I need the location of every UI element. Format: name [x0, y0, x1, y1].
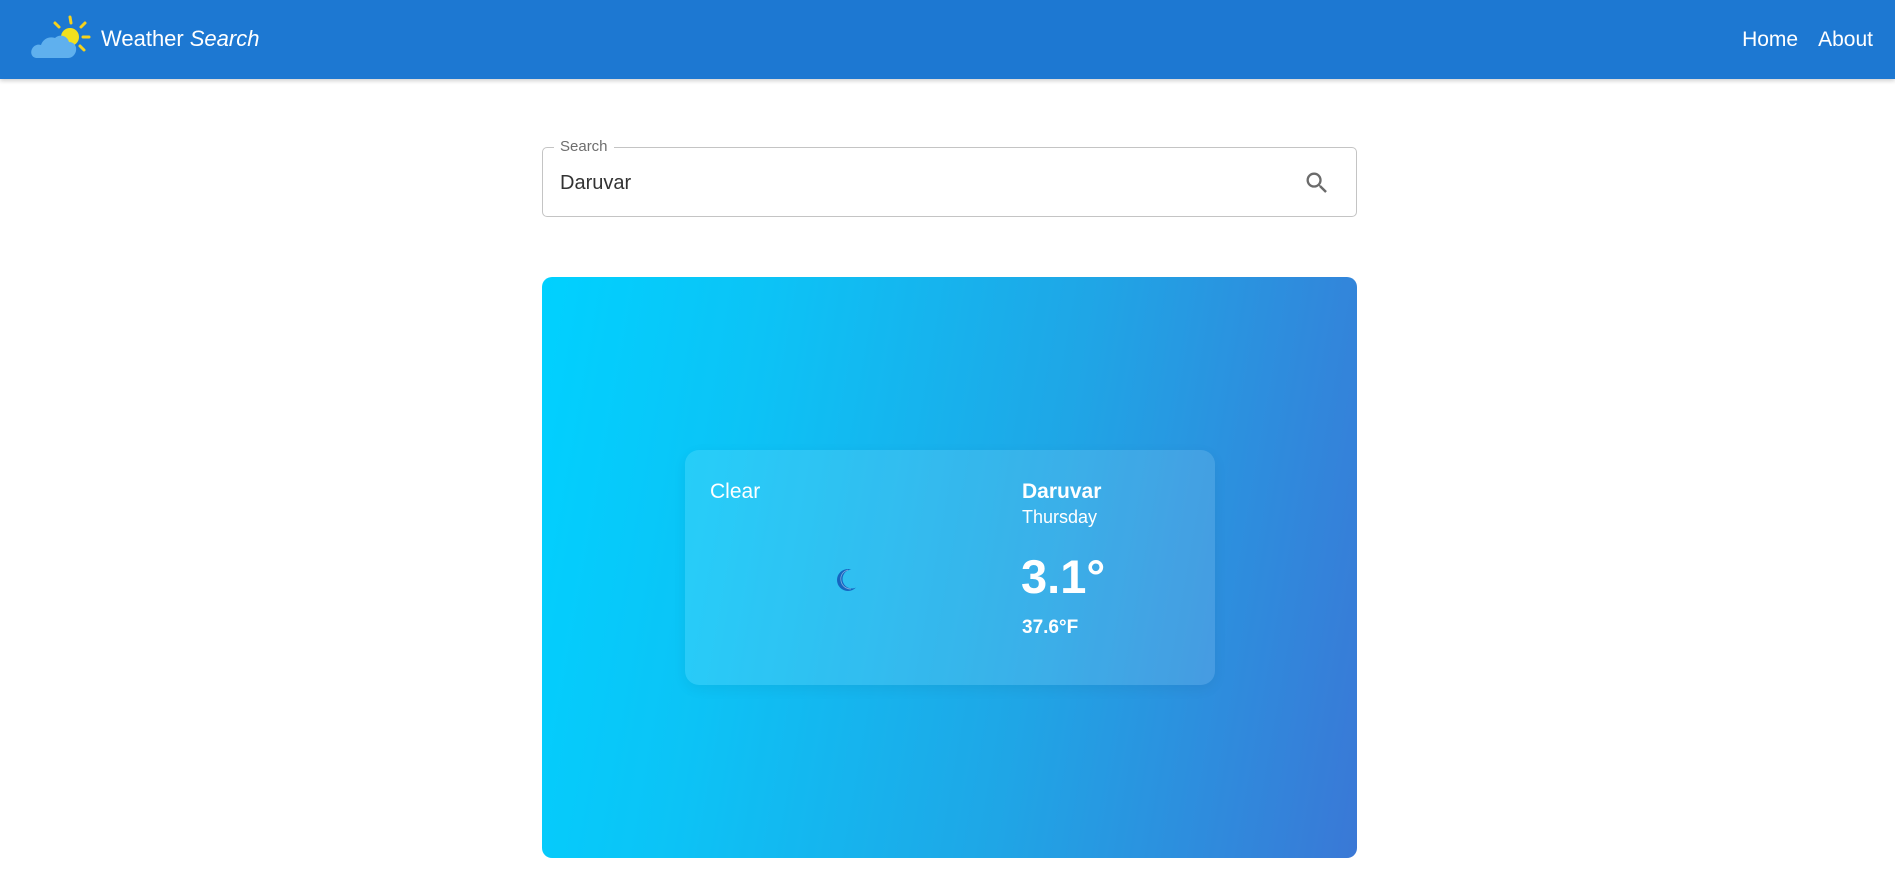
app-bar: Weather Search Home About	[0, 0, 1895, 79]
brand-link[interactable]: Weather Search	[29, 14, 259, 64]
weather-card: Clear Daruvar Thursday 3.1° 37.6°F	[685, 450, 1215, 685]
search-icon	[1306, 172, 1327, 193]
brand-title-second: Search	[189, 26, 260, 51]
weather-panel: Clear Daruvar Thursday 3.1° 37.6°F	[542, 277, 1357, 858]
search-field: Search	[542, 138, 1357, 217]
nav-home-link[interactable]: Home	[1742, 28, 1798, 52]
weather-condition: Clear	[710, 480, 761, 503]
nav-about-link[interactable]: About	[1818, 28, 1873, 52]
search-label: Search	[554, 138, 614, 156]
brand-title-first: Weather	[101, 26, 184, 51]
search-input[interactable]	[560, 166, 1260, 200]
weekday: Thursday	[1022, 507, 1098, 527]
city-name: Daruvar	[1022, 480, 1102, 503]
moon-icon	[837, 569, 859, 591]
temperature-fahrenheit: 37.6°F	[1022, 617, 1079, 638]
cloud-sun-icon	[31, 15, 91, 58]
top-nav: Home About	[1722, 0, 1873, 79]
search-button[interactable]	[1298, 164, 1336, 202]
temperature-celsius: 3.1°	[1021, 550, 1106, 603]
